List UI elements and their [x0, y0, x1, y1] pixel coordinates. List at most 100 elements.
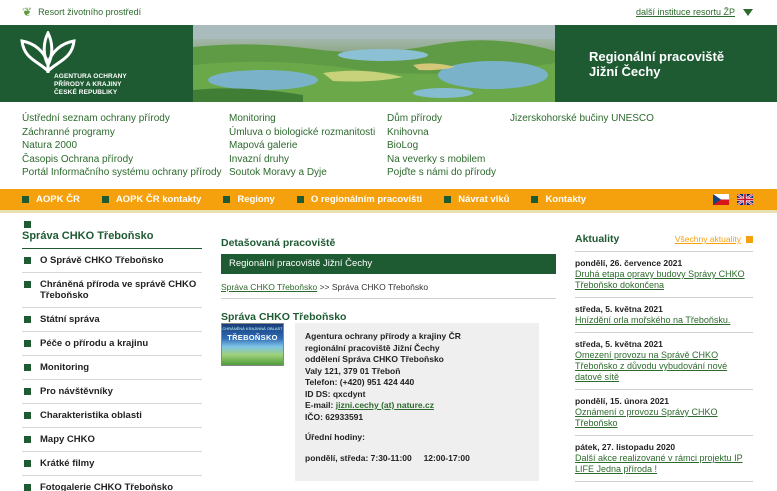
link-pojdte[interactable]: Pojďte s námi do přírody — [387, 166, 496, 180]
card-hours-label: Úřední hodiny: — [305, 432, 365, 442]
card-id-ds: ID DS: qxcdynt — [305, 388, 366, 399]
aopk-leaf-logo-icon — [20, 31, 76, 73]
news-link[interactable]: Druhá etapa opravy budovy Správy CHKO Tř… — [575, 269, 753, 291]
news-date: pátek, 27. listopadu 2020 — [575, 442, 676, 452]
link-zachranne-programy[interactable]: Záchranné programy — [22, 126, 222, 140]
nav-bullet-icon — [531, 196, 539, 203]
header-landscape-photo — [193, 25, 555, 102]
sidebar-bullet-icon — [24, 484, 31, 491]
news-item: pondělí, 15. února 2021 Oznámení o provo… — [575, 390, 753, 436]
news-date: pondělí, 15. února 2021 — [575, 396, 670, 406]
sidebar-item-mapy[interactable]: Mapy CHKO — [22, 428, 202, 452]
news-title: Aktuality — [575, 233, 620, 245]
link-monitoring[interactable]: Monitoring — [229, 112, 375, 126]
sidebar-item-o-sprave[interactable]: O Správě CHKO Třeboňsko — [22, 249, 202, 273]
sidebar-item-pece[interactable]: Péče o přírodu a krajinu — [22, 332, 202, 356]
region-title-line-1: Regionální pracoviště — [589, 48, 725, 64]
link-veverky[interactable]: Na veverky s mobilem — [387, 153, 496, 167]
sidebar-bullet-icon — [24, 316, 31, 323]
czech-flag-icon[interactable] — [713, 194, 729, 205]
news-link[interactable]: Hnízdění orla mořského na Třeboňsku. — [575, 315, 753, 326]
sidebar-bullet-icon — [24, 436, 31, 443]
all-news-link[interactable]: Všechny aktuality — [675, 234, 753, 244]
nav-navrat-vlku[interactable]: Návrat vlků — [444, 194, 509, 205]
sidebar-item-charakteristika[interactable]: Charakteristika oblasti — [22, 404, 202, 428]
card-address: Valy 121, 379 01 Třeboň — [305, 365, 401, 376]
card-department: oddělení Správa CHKO Třeboňsko — [305, 354, 444, 364]
breadcrumb-separator: >> — [319, 282, 330, 292]
link-biolog[interactable]: BioLog — [387, 139, 496, 153]
news-link[interactable]: Další akce realizované v rámci projektu … — [575, 453, 753, 475]
nav-aopk[interactable]: AOPK ČR — [22, 194, 80, 205]
region-title: Regionální pracoviště Jižní Čechy — [555, 25, 777, 102]
news-link[interactable]: Omezení provozu na Správě CHKO Třeboňsko… — [575, 350, 753, 383]
sidebar-item-statni-sprava[interactable]: Státní správa — [22, 308, 202, 332]
news-date: středa, 5. května 2021 — [575, 339, 663, 349]
quick-links-col-4: Jizerskohorské bučiny UNESCO — [510, 112, 654, 126]
news-item: středa, 5. května 2021 Omezení provozu n… — [575, 333, 753, 390]
card-org: Agentura ochrany přírody a krajiny ČR — [305, 331, 461, 341]
sidebar-bullet-icon — [24, 340, 31, 347]
quick-links-col-3: Dům přírody Knihovna BioLog Na veverky s… — [387, 112, 496, 180]
sidebar-item-kratke-filmy[interactable]: Krátké filmy — [22, 452, 202, 476]
news-item: pondělí, 26. července 2021 Druhá etapa o… — [575, 252, 753, 298]
card-region: regionální pracoviště Jižní Čechy — [305, 342, 440, 353]
sidebar-item-pro-navstevniky[interactable]: Pro návštěvníky — [22, 380, 202, 404]
main-nav: AOPK ČR AOPK ČR kontakty Regiony O regio… — [0, 189, 777, 213]
link-umluva[interactable]: Úmluva o biologické rozmanitosti — [229, 126, 375, 140]
link-soutok[interactable]: Soutok Moravy a Dyje — [229, 166, 375, 180]
sidebar-item-fotogalerie[interactable]: Fotogalerie CHKO Třeboňsko — [22, 476, 202, 491]
nav-aopk-kontakty[interactable]: AOPK ČR kontakty — [101, 194, 201, 205]
other-institutions-label: další instituce resortu ŽP — [635, 7, 735, 17]
leaf-icon: ❦ — [22, 5, 33, 19]
card-ico: IČO: 62933591 — [305, 411, 364, 422]
link-jizerskohorske[interactable]: Jizerskohorské bučiny UNESCO — [510, 112, 654, 126]
sidebar-bullet-icon — [24, 364, 31, 371]
news-link[interactable]: Oznámení o provozu Správy CHKO Třeboňsko — [575, 407, 753, 429]
aopk-logo[interactable]: AGENTURA OCHRANY PŘÍRODY A KRAJINY ČESKÉ… — [18, 31, 138, 97]
nav-bullet-icon — [101, 196, 109, 203]
sidebar-bullet-icon — [24, 257, 31, 264]
breadcrumb-link[interactable]: Správa CHKO Třeboňsko — [221, 282, 317, 292]
language-switch — [713, 194, 753, 205]
sidebar-bullet-icon — [24, 460, 31, 467]
ministry-link[interactable]: ❦ Resort životního prostředí — [22, 6, 141, 18]
nav-bullet-icon — [22, 196, 29, 203]
sidebar-item-monitoring[interactable]: Monitoring — [22, 356, 202, 380]
uk-flag-icon[interactable] — [737, 194, 753, 205]
thumb-title: TŘEBOŇSKO — [227, 333, 278, 342]
link-mapova-galerie[interactable]: Mapová galerie — [229, 139, 375, 153]
link-knihovna[interactable]: Knihovna — [387, 126, 496, 140]
sidebar: Správa CHKO Třeboňsko O Správě CHKO Třeb… — [22, 221, 202, 491]
sidebar-bullet-icon — [24, 281, 31, 288]
link-ustredni-seznam[interactable]: Ústřední seznam ochrany přírody — [22, 112, 222, 126]
contact-card: Agentura ochrany přírody a krajiny ČR re… — [295, 323, 539, 481]
quick-links-col-1: Ústřední seznam ochrany přírody Záchrann… — [22, 112, 222, 180]
link-invazni-druhy[interactable]: Invazní druhy — [229, 153, 375, 167]
nav-regiony[interactable]: Regiony — [223, 194, 275, 205]
link-portal-isop[interactable]: Portál Informačního systému ochrany přír… — [22, 166, 222, 180]
nav-kontakty[interactable]: Kontakty — [531, 194, 586, 205]
card-hours: pondělí, středa: 7:30-11:00 12:00-17:00 — [305, 452, 470, 463]
link-dum-prirody[interactable]: Dům přírody — [387, 112, 496, 126]
sidebar-item-chranena-priroda[interactable]: Chráněná příroda ve správě CHKO Třeboňsk… — [22, 273, 202, 308]
news-date: středa, 5. května 2021 — [575, 304, 663, 314]
breadcrumb-current: Správa CHKO Třeboňsko — [331, 282, 429, 292]
region-bar-link[interactable]: Regionální pracoviště Jižní Čechy — [221, 254, 556, 274]
card-phone: Telefon: (+420) 951 424 440 — [305, 377, 415, 387]
nav-bullet-icon — [444, 196, 452, 203]
region-title-line-2: Jižní Čechy — [589, 63, 661, 79]
section-title: Správa CHKO Třeboňsko — [221, 311, 347, 323]
nav-o-regionalnim[interactable]: O regionálním pracovišti — [296, 194, 422, 205]
other-institutions-link[interactable]: další instituce resortu ŽP — [636, 7, 753, 17]
card-email-row: E-mail: jizni.cechy (at) nature.cz — [305, 400, 529, 412]
card-email-label: E-mail: — [305, 400, 334, 410]
quick-links-col-2: Monitoring Úmluva o biologické rozmanito… — [229, 112, 375, 180]
sidebar-title: Správa CHKO Třeboňsko — [22, 230, 202, 249]
link-natura-2000[interactable]: Natura 2000 — [22, 139, 222, 153]
sidebar-bullet-icon — [24, 388, 31, 395]
sidebar-bullet-icon — [24, 412, 31, 419]
link-casopis[interactable]: Časopis Ochrana přírody — [22, 153, 222, 167]
thumb-small-text: CHRÁNĚNÁ KRAJINNÁ OBLAST — [222, 326, 283, 331]
card-email-link[interactable]: jizni.cechy (at) nature.cz — [336, 400, 434, 410]
